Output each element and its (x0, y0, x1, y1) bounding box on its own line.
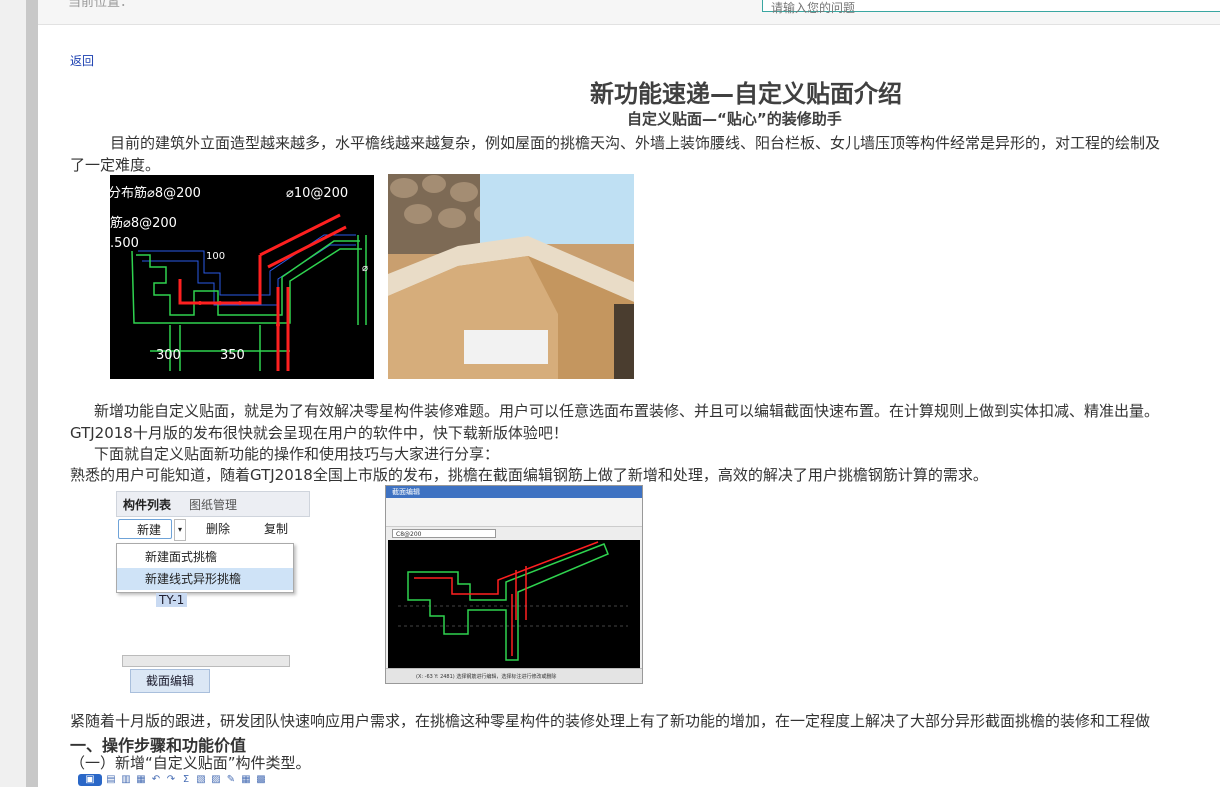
page-subtitle: 自定义贴面—“贴心”的装修助手 (627, 110, 842, 128)
paragraph-5: 紧随着十月版的跟进，研发团队快速响应用户需求，在挑檐这种零星构件的装修处理上有了… (70, 712, 1151, 730)
window-titlebar: 截面编辑 (386, 486, 642, 498)
left-scrollbar[interactable] (26, 0, 38, 787)
paragraph-2-line1: 新增功能自定义贴面，就是为了有效解决零星构件装修难题。用户可以任意选面布置装修、… (94, 402, 1160, 420)
ribbon-toolbar (386, 498, 642, 527)
status-bar: (X: -63 Y: 2481) 选择钢筋进行编辑，选择标注进行修改或删除 (386, 668, 642, 683)
intro-paragraph-line1: 目前的建筑外立面造型越来越多，水平檐线越来越复杂，例如屋面的挑檐天沟、外墙上装饰… (110, 134, 1161, 152)
search-box[interactable] (762, 0, 1220, 15)
component-toolbar: 新建 ▾ 删除 复制 (116, 517, 308, 541)
section-edit-button: 截面编辑 (130, 669, 210, 693)
page-title: 新功能速递—自定义贴面介绍 (590, 80, 902, 108)
window-title: 截面编辑 (392, 488, 420, 496)
component-item: TY-1 (156, 593, 188, 607)
cad-label-8: ⌀ (362, 263, 368, 274)
article-content: 返回 新功能速递—自定义贴面介绍 自定义贴面—“贴心”的装修助手 目前的建筑外立… (38, 24, 1220, 787)
undo-icon: ↶ (151, 774, 161, 785)
sum-icon: Σ (182, 774, 190, 785)
pen-icon: ✎ (226, 774, 236, 785)
menu-item-line-cornice: 新建线式异形挑檐 (117, 568, 293, 590)
cad-label-7: 100 (206, 251, 225, 262)
step-1: （一）新增“自定义贴面”构件类型。 (70, 754, 311, 772)
report-icon: ▧ (196, 774, 206, 785)
chevron-down-icon: ▾ (174, 519, 186, 541)
tab-component-list: 构件列表 (123, 498, 172, 512)
new-dropdown-menu: 新建面式挑檐 新建线式异形挑檐 (116, 543, 294, 593)
horizontal-scrollbar (122, 655, 290, 667)
save-icon: ▤ (106, 774, 116, 785)
cad-label-2: ⌀10@200 (286, 186, 348, 201)
paragraph-3: 下面就自定义贴面新功能的操作和使用技巧与大家进行分享： (94, 445, 500, 463)
cad-label-5: 300 (156, 348, 181, 363)
tab-drawing-manage: 图纸管理 (189, 498, 238, 512)
section-cad-canvas (388, 540, 640, 668)
top-bar: 当前位置： (38, 0, 1220, 25)
building-cornice-photo (388, 174, 634, 379)
open-icon: ▦ (136, 774, 146, 785)
cad-label-6: 350 (220, 348, 245, 363)
intro-paragraph-line2: 了一定难度。 (70, 156, 161, 174)
table-icon: ▦ (241, 774, 251, 785)
breadcrumb: 当前位置： (68, 0, 134, 10)
preview-icon: ▨ (211, 774, 221, 785)
search-input[interactable] (763, 1, 1220, 15)
rebar-select: C8@200 (392, 529, 496, 538)
left-gutter (0, 0, 26, 787)
cad-label-4: .500 (110, 236, 139, 251)
cad-label-1: 分布筋⌀8@200 (110, 185, 201, 201)
app-logo-icon: ▣ (78, 774, 102, 786)
status-text: (X: -63 Y: 2481) 选择钢筋进行编辑，选择标注进行修改或删除 (416, 674, 557, 680)
redo-icon: ↷ (166, 774, 176, 785)
menu-item-face-cornice: 新建面式挑檐 (145, 550, 218, 564)
print-icon: ▩ (256, 774, 266, 785)
copy-button: 复制 (264, 522, 289, 536)
cad-section-drawing: 分布筋⌀8@200 ⌀10@200 筋⌀8@200 .500 300 350 1… (110, 175, 374, 379)
software-toolbar-image: ▣ ▤ ▥ ▦ ↶ ↷ Σ ▧ ▨ ✎ ▦ ▩ (78, 772, 267, 788)
save-as-icon: ▥ (121, 774, 131, 785)
delete-button: 删除 (206, 522, 231, 536)
paragraph-4: 熟悉的用户可能知道，随着GTJ2018全国上市版的发布，挑檐在截面编辑钢筋上做了… (70, 466, 988, 484)
component-list-screenshot: 构件列表 图纸管理 新建 ▾ 删除 复制 新建面式挑檐 新建线式异形挑檐 TY-… (102, 487, 310, 693)
cad-label-3: 筋⌀8@200 (110, 215, 177, 231)
component-tabs: 构件列表 图纸管理 (116, 491, 310, 517)
new-button: 新建 (118, 519, 172, 539)
section-edit-screenshot: 截面编辑 C8@200 (X: -63 Y: 2481) 选择钢筋进行编辑，选择… (385, 485, 643, 684)
paragraph-2-line2: GTJ2018十月版的发布很快就会呈现在用户的软件中，快下载新版体验吧！ (70, 424, 568, 442)
back-link[interactable]: 返回 (70, 52, 94, 69)
